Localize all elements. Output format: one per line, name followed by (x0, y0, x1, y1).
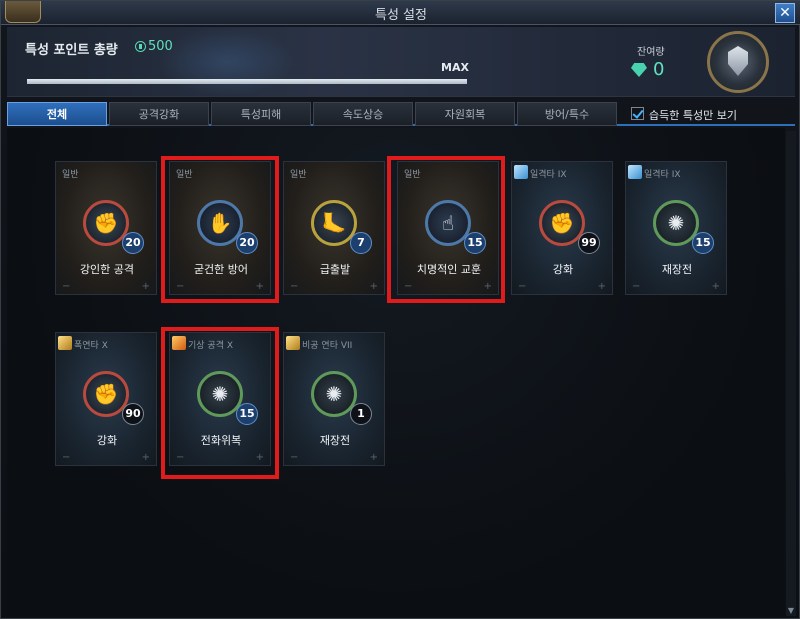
trait-name: 강화 (552, 263, 574, 276)
trait-category: 일격타 IX (530, 170, 567, 180)
skill-icon (286, 336, 300, 350)
learned-only-checkbox[interactable] (631, 107, 644, 120)
decrease-button[interactable]: − (62, 281, 70, 292)
point-gem-icon (135, 41, 146, 52)
increase-button[interactable]: + (142, 281, 150, 292)
skill-icon (628, 165, 642, 179)
scrollbar[interactable]: ▼ (786, 131, 796, 616)
category-tabs: 전체 공격강화 특성피해 속도상승 자원회복 방어/특수 습득한 특성만 보기 (7, 102, 795, 126)
skill-icon (58, 336, 72, 350)
points-total-value: 500 (148, 39, 173, 54)
trait-name: 재장전 (661, 263, 693, 276)
window-title: 특성 설정 (375, 8, 427, 23)
highlight-box (387, 156, 505, 303)
scroll-down-icon[interactable]: ▼ (786, 606, 796, 616)
increase-button[interactable]: + (712, 281, 720, 292)
trait-settings-window: 특성 설정 ✕ 특성 포인트 총량 500 MAX 잔여량 0 전체 공격강화 … (0, 0, 800, 619)
trait-level-badge: 90 (122, 403, 144, 425)
tab-attack-boost[interactable]: 공격강화 (109, 102, 209, 126)
points-progress-bar (27, 79, 467, 84)
trait-category: 일반 (290, 170, 307, 180)
points-total-label: 특성 포인트 총량 (25, 43, 118, 58)
trait-card[interactable]: 비공 연타 VII ✺ 1 재장전 − + (283, 332, 385, 466)
trait-name: 강인한 공격 (79, 263, 135, 276)
trait-card[interactable]: 일격타 IX ✊ 99 강화 − + (511, 161, 613, 295)
trait-level-badge: 20 (122, 232, 144, 254)
trait-card[interactable]: 일반 ✊ 20 강인한 공격 − + (55, 161, 157, 295)
trait-level-badge: 15 (692, 232, 714, 254)
tab-trait-damage[interactable]: 특성피해 (211, 102, 311, 126)
decrease-button[interactable]: − (290, 281, 298, 292)
points-progress-fill (27, 79, 467, 84)
trait-category: 비공 연타 VII (302, 341, 353, 351)
reload-gear-icon: ✺ (667, 211, 685, 235)
remaining-value: 0 (653, 59, 665, 80)
trait-level-badge: 99 (578, 232, 600, 254)
increase-button[interactable]: + (370, 281, 378, 292)
remaining-label: 잔여량 (637, 47, 665, 58)
trait-card[interactable]: 일반 🦶 7 급출발 − + (283, 161, 385, 295)
trait-level-badge: 7 (350, 232, 372, 254)
max-label: MAX (441, 61, 469, 74)
sword-shield-icon (728, 46, 748, 76)
trait-card[interactable]: 폭연타 X ✊ 90 강화 − + (55, 332, 157, 466)
decrease-button[interactable]: − (290, 452, 298, 463)
tab-speed-up[interactable]: 속도상승 (313, 102, 413, 126)
trait-category: 폭연타 X (74, 341, 108, 351)
remaining-gem-icon (631, 63, 647, 77)
tab-defense-special[interactable]: 방어/특수 (517, 102, 617, 126)
fist-icon: ✊ (93, 382, 119, 406)
trait-card[interactable]: 일격타 IX ✺ 15 재장전 − + (625, 161, 727, 295)
increase-button[interactable]: + (142, 452, 150, 463)
decrease-button[interactable]: − (62, 452, 70, 463)
close-button[interactable]: ✕ (775, 3, 795, 23)
fist-icon: ✊ (93, 211, 119, 235)
fist-icon: ✊ (549, 211, 575, 235)
trait-level-badge: 1 (350, 403, 372, 425)
points-header: 특성 포인트 총량 500 MAX 잔여량 0 (7, 27, 795, 97)
tab-resource-recovery[interactable]: 자원회복 (415, 102, 515, 126)
title-bar[interactable]: 특성 설정 ✕ (1, 1, 800, 25)
foot-icon: 🦶 (321, 211, 347, 235)
reload-gear-icon: ✺ (325, 382, 343, 406)
trait-category: 일격타 IX (644, 170, 681, 180)
skill-icon (514, 165, 528, 179)
decrease-button[interactable]: − (632, 281, 640, 292)
tab-all[interactable]: 전체 (7, 102, 107, 126)
increase-button[interactable]: + (598, 281, 606, 292)
trait-name: 급출발 (319, 263, 351, 276)
increase-button[interactable]: + (370, 452, 378, 463)
trait-category: 일반 (62, 170, 79, 180)
class-emblem-icon (707, 31, 769, 93)
trait-name: 강화 (96, 434, 118, 447)
highlight-box (161, 327, 279, 479)
highlight-box (161, 156, 279, 303)
trait-name: 재장전 (319, 434, 351, 447)
learned-only-label: 습득한 특성만 보기 (649, 109, 737, 122)
decrease-button[interactable]: − (518, 281, 526, 292)
